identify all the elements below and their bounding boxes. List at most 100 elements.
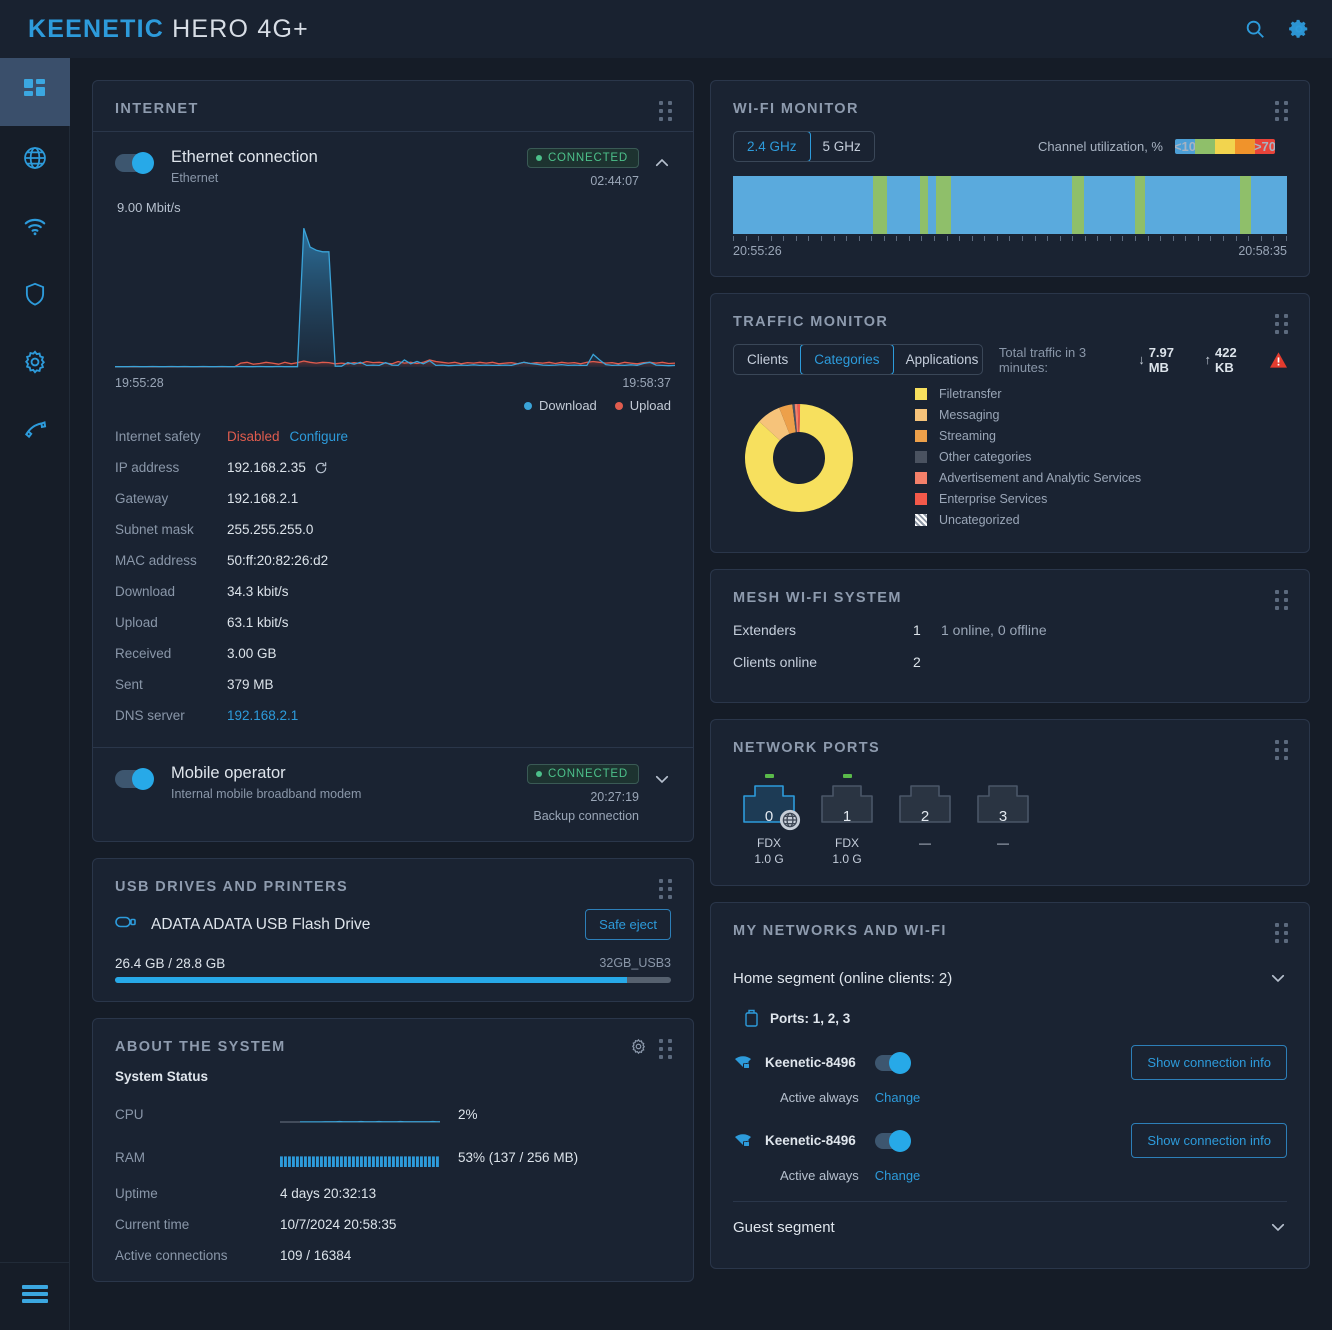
usb-drive-icon: [115, 915, 137, 934]
show-connection-info-button[interactable]: Show connection info: [1131, 1045, 1287, 1080]
sidebar-item-internet[interactable]: [0, 126, 70, 194]
network-port[interactable]: 3 —: [973, 774, 1033, 867]
scale-mid-high: [1235, 139, 1255, 154]
refresh-icon[interactable]: [314, 461, 328, 475]
utilization-band: [886, 176, 921, 234]
chart-legend: Download Upload: [115, 398, 671, 413]
safe-eject-button[interactable]: Safe eject: [585, 909, 671, 940]
mobile-toggle[interactable]: [115, 768, 154, 790]
status-dot-icon: [535, 771, 542, 777]
internet-safety-value: Disabled: [227, 429, 280, 444]
drag-handle-icon[interactable]: [1275, 923, 1289, 943]
home-segment-header[interactable]: Home segment (online clients: 2): [733, 953, 1287, 1001]
wifi-enable-toggle[interactable]: [875, 1129, 911, 1152]
gear-icon[interactable]: [1288, 18, 1310, 40]
wifi-enable-toggle[interactable]: [875, 1051, 911, 1074]
wifi-schedule-change-link[interactable]: Change: [875, 1090, 921, 1105]
drag-handle-icon[interactable]: [659, 101, 673, 121]
tab-band-2-4ghz[interactable]: 2.4 GHz: [733, 132, 811, 161]
drag-handle-icon[interactable]: [1275, 314, 1289, 334]
legend-label: Messaging: [939, 408, 1000, 422]
ethernet-subtitle: Ethernet: [171, 171, 219, 185]
network-port[interactable]: 1 FDX 1.0 G: [817, 774, 877, 867]
dns-server-value[interactable]: 192.168.2.1: [227, 708, 298, 723]
app-header: KEENETIC HERO 4G+: [0, 0, 1332, 58]
network-port[interactable]: 2 —: [895, 774, 955, 867]
port-led-icon: [921, 774, 930, 778]
legend-label: Other categories: [939, 450, 1032, 464]
drag-handle-icon[interactable]: [1275, 101, 1289, 121]
tab-applications[interactable]: Applications: [893, 345, 982, 374]
tick: [1009, 236, 1011, 241]
extenders-count: 1: [913, 622, 921, 638]
port-jack-icon[interactable]: 3: [973, 782, 1033, 829]
chevron-down-icon[interactable]: [1269, 1218, 1287, 1236]
port-status: —: [919, 836, 931, 850]
uptime-label: Uptime: [115, 1186, 158, 1201]
legend-label: Enterprise Services: [939, 492, 1048, 506]
sidebar-menu-toggle[interactable]: [0, 1262, 70, 1330]
drag-handle-icon[interactable]: [1275, 590, 1289, 610]
network-port[interactable]: 0 FDX 1.0 G: [739, 774, 801, 867]
total-download-value: 7.97 MB: [1148, 344, 1174, 375]
ethernet-connection-row: Ethernet connection Ethernet CONNECTED 0…: [115, 132, 671, 188]
show-connection-info-button[interactable]: Show connection info: [1131, 1123, 1287, 1158]
drag-handle-icon[interactable]: [659, 879, 673, 899]
utilization-band: [1134, 176, 1146, 234]
detail-row-download: Download 34.3 kbit/s: [115, 584, 671, 599]
gear-icon[interactable]: [630, 1038, 647, 1055]
uptime-row: Uptime 4 days 20:32:13: [115, 1186, 671, 1201]
wifi-schedule-text: Active always: [780, 1090, 859, 1105]
utilization-band: [951, 176, 1072, 234]
wifi-schedule-change-link[interactable]: Change: [875, 1168, 921, 1183]
utilization-band: [927, 176, 936, 234]
tick: [795, 236, 797, 241]
dashboard-content: INTERNET Ethernet connection Ethernet CO…: [70, 58, 1332, 1330]
tick: [758, 236, 760, 241]
wifi-monitor-time-range: 20:55:26 20:58:35: [733, 244, 1287, 258]
legend-download-swatch: [523, 401, 532, 410]
configure-link[interactable]: Configure: [290, 429, 349, 444]
sidebar-item-security[interactable]: [0, 262, 70, 330]
tab-clients[interactable]: Clients: [734, 345, 801, 374]
port-jack-icon[interactable]: 2: [895, 782, 955, 829]
chevron-down-icon[interactable]: [653, 770, 671, 788]
ethernet-labels: Ethernet connection Ethernet: [171, 148, 318, 185]
ram-row: RAM 53% (137 / 256 MB): [115, 1145, 671, 1170]
drag-handle-icon[interactable]: [1275, 740, 1289, 760]
ethernet-toggle[interactable]: [115, 152, 154, 174]
left-column: INTERNET Ethernet connection Ethernet CO…: [92, 80, 694, 1330]
total-traffic-label: Total traffic in 3 minutes:: [998, 344, 1087, 375]
tick: [946, 236, 948, 241]
usb-device-row: ADATA ADATA USB Flash Drive Safe eject: [115, 909, 671, 940]
sidebar-item-dashboard[interactable]: [0, 58, 70, 126]
sidebar-item-management[interactable]: [0, 330, 70, 398]
port-jack-icon[interactable]: 0: [739, 782, 801, 831]
tick: [808, 236, 810, 241]
warning-icon[interactable]: [1270, 351, 1287, 368]
ethernet-uptime: 02:44:07: [590, 174, 639, 188]
tab-band-5ghz[interactable]: 5 GHz: [810, 132, 874, 161]
wifi-monitor-end-time: 20:58:35: [1238, 244, 1287, 258]
tab-categories[interactable]: Categories: [800, 345, 894, 374]
tick: [820, 236, 822, 241]
current-time-row: Current time 10/7/2024 20:58:35: [115, 1217, 671, 1232]
channel-utilization-legend: Channel utilization, % <10 >70: [1038, 139, 1287, 154]
tick: [733, 236, 734, 241]
legend-swatch: [915, 430, 927, 442]
utilization-band: [872, 176, 887, 234]
sidebar-item-telephony[interactable]: [0, 398, 70, 466]
status-dot-icon: [535, 155, 542, 161]
usb-card: USB DRIVES AND PRINTERS ADATA ADATA USB …: [92, 858, 694, 1002]
drag-handle-icon[interactable]: [659, 1039, 673, 1059]
chevron-up-icon[interactable]: [653, 154, 671, 172]
extenders-detail: 1 online, 0 offline: [941, 622, 1047, 638]
chevron-down-icon[interactable]: [1269, 969, 1287, 987]
guest-segment-header[interactable]: Guest segment: [733, 1202, 1287, 1250]
download-value: 34.3 kbit/s: [227, 584, 289, 599]
mac-address-value: 50:ff:20:82:26:d2: [227, 553, 329, 568]
port-jack-icon[interactable]: 1: [817, 782, 877, 829]
sidebar-item-wireless[interactable]: [0, 194, 70, 262]
utilization-band: [1240, 176, 1252, 234]
search-icon[interactable]: [1244, 18, 1266, 40]
